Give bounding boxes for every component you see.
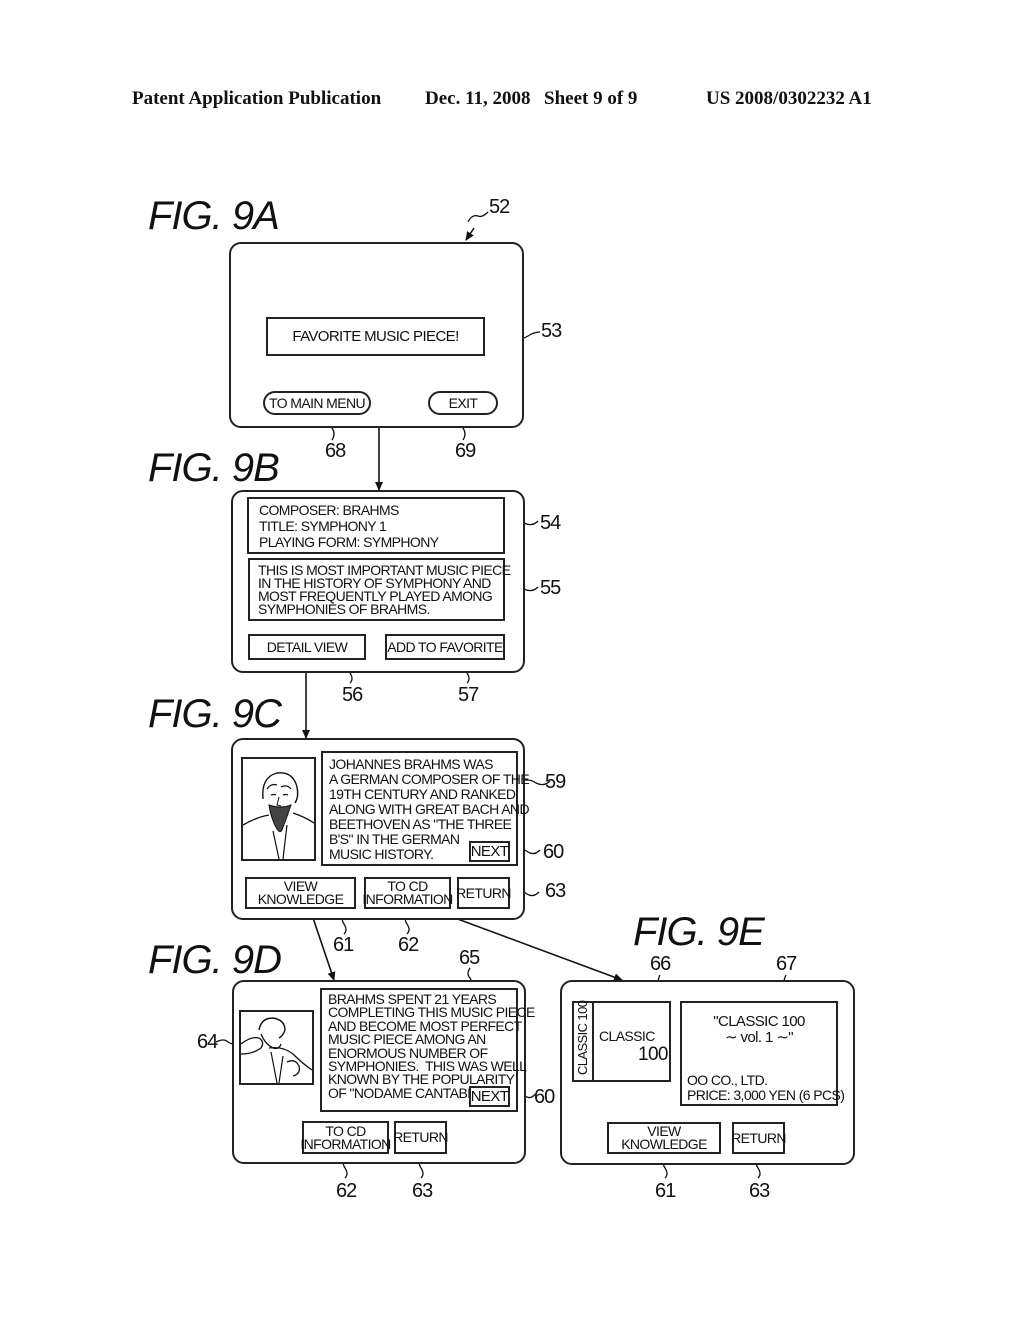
cd-price: PRICE: 3,000 YEN (6 PCS) [687, 1087, 845, 1103]
fig-9a-label: FIG. 9A [148, 194, 280, 238]
leader-52 [467, 211, 489, 223]
music-description-box: THIS IS MOST IMPORTANT MUSIC PIECE IN TH… [248, 558, 511, 621]
return-button-9e[interactable]: RETURN [731, 1122, 786, 1154]
conductor-image [239, 1010, 314, 1085]
detail-view-button[interactable]: DETAIL VIEW [248, 634, 366, 660]
ref-62-9d: 62 [336, 1180, 357, 1202]
cd-spine: CLASSIC 100 [574, 1000, 594, 1080]
to-cd-information-button-9d[interactable]: TO CD INFORMATION [300, 1121, 391, 1154]
button-label-line: INFORMATION [300, 1135, 391, 1152]
music-info-box: COMPOSER: BRAHMS TITLE: SYMPHONY 1 PLAYI… [247, 497, 505, 554]
add-to-favorite-button[interactable]: ADD TO FAVORITE [385, 634, 505, 660]
ref-53: 53 [541, 320, 562, 342]
bio-line: JOHANNES BRAHMS WAS [329, 756, 493, 772]
button-label-line: INFORMATION [362, 891, 453, 907]
fig-9c-label: FIG. 9C [148, 692, 282, 736]
ref-55: 55 [540, 577, 561, 599]
brahms-portrait-icon [243, 772, 314, 859]
ref-66: 66 [650, 953, 671, 975]
to-cd-information-button[interactable]: TO CD INFORMATION [362, 877, 453, 909]
ref-67: 67 [776, 953, 797, 975]
ref-60: 60 [543, 841, 564, 863]
ref-64: 64 [197, 1031, 218, 1053]
ref-69: 69 [455, 440, 476, 462]
bio-line: BEETHOVEN AS "THE THREE [329, 816, 512, 832]
to-main-menu-button[interactable]: TO MAIN MENU [263, 391, 371, 415]
view-knowledge-button[interactable]: VIEW KNOWLEDGE [245, 877, 356, 909]
next-button[interactable]: NEXT [469, 841, 510, 862]
cd-details-box: "CLASSIC 100 ∼ vol. 1 ∼" OO CO., LTD. PR… [680, 1001, 845, 1106]
ref-61: 61 [333, 934, 354, 956]
album-title-line: ∼ vol. 1 ∼" [724, 1029, 794, 1046]
cd-cover-number: 100 [638, 1044, 669, 1065]
view-knowledge-button-9e[interactable]: VIEW KNOWLEDGE [607, 1122, 721, 1154]
publication-date: Dec. 11, 2008 [425, 88, 531, 109]
favorite-message: FAVORITE MUSIC PIECE! [292, 327, 459, 345]
company-name: OO CO., LTD. [687, 1072, 768, 1088]
exit-button[interactable]: EXIT [428, 391, 498, 415]
publication-type: Patent Application Publication [132, 88, 382, 109]
ref-68: 68 [325, 440, 346, 462]
ref-60-9d: 60 [534, 1086, 555, 1108]
fig-9d-label: FIG. 9D [148, 938, 282, 982]
patent-number: US 2008/0302232 A1 [706, 88, 872, 109]
cd-cover-title: CLASSIC [599, 1028, 655, 1044]
ref-63: 63 [545, 880, 566, 902]
ref-52: 52 [489, 196, 510, 218]
composer-line: COMPOSER: BRAHMS [259, 502, 399, 518]
arrow-52 [465, 227, 475, 241]
ref-65: 65 [459, 947, 480, 969]
ref-63-9d: 63 [412, 1180, 433, 1202]
ref-61-9e: 61 [655, 1180, 676, 1202]
ref-54: 54 [540, 512, 561, 534]
conductor-icon [241, 1017, 312, 1083]
bio-line: 19TH CENTURY AND RANKED [329, 786, 516, 802]
favorite-message-box: FAVORITE MUSIC PIECE! [266, 317, 485, 356]
cd-spine-text: CLASSIC 100 [575, 1000, 590, 1075]
ref-56: 56 [342, 684, 363, 706]
bio-line: ALONG WITH GREAT BACH AND [329, 801, 530, 817]
return-button[interactable]: RETURN [456, 877, 511, 909]
sheet-number: Sheet 9 of 9 [544, 88, 638, 109]
ref-57: 57 [458, 684, 479, 706]
cd-cover: CLASSIC 100 CLASSIC 100 [572, 1001, 671, 1082]
description-line: SYMPHONIES OF BRAHMS. [258, 601, 430, 617]
next-button-9d[interactable]: NEXT [469, 1086, 510, 1107]
bio-line: A GERMAN COMPOSER OF THE [329, 771, 530, 787]
playing-form-line: PLAYING FORM: SYMPHONY [259, 534, 439, 550]
composer-portrait [241, 757, 316, 861]
album-title-line: "CLASSIC 100 [713, 1013, 805, 1030]
return-button-9d[interactable]: RETURN [393, 1121, 448, 1154]
fig-9e-label: FIG. 9E [633, 910, 765, 954]
fig-9b-label: FIG. 9B [148, 446, 280, 490]
title-line: TITLE: SYMPHONY 1 [259, 518, 387, 534]
ref-63-9e: 63 [749, 1180, 770, 1202]
ref-62: 62 [398, 934, 419, 956]
ref-59: 59 [545, 771, 566, 793]
